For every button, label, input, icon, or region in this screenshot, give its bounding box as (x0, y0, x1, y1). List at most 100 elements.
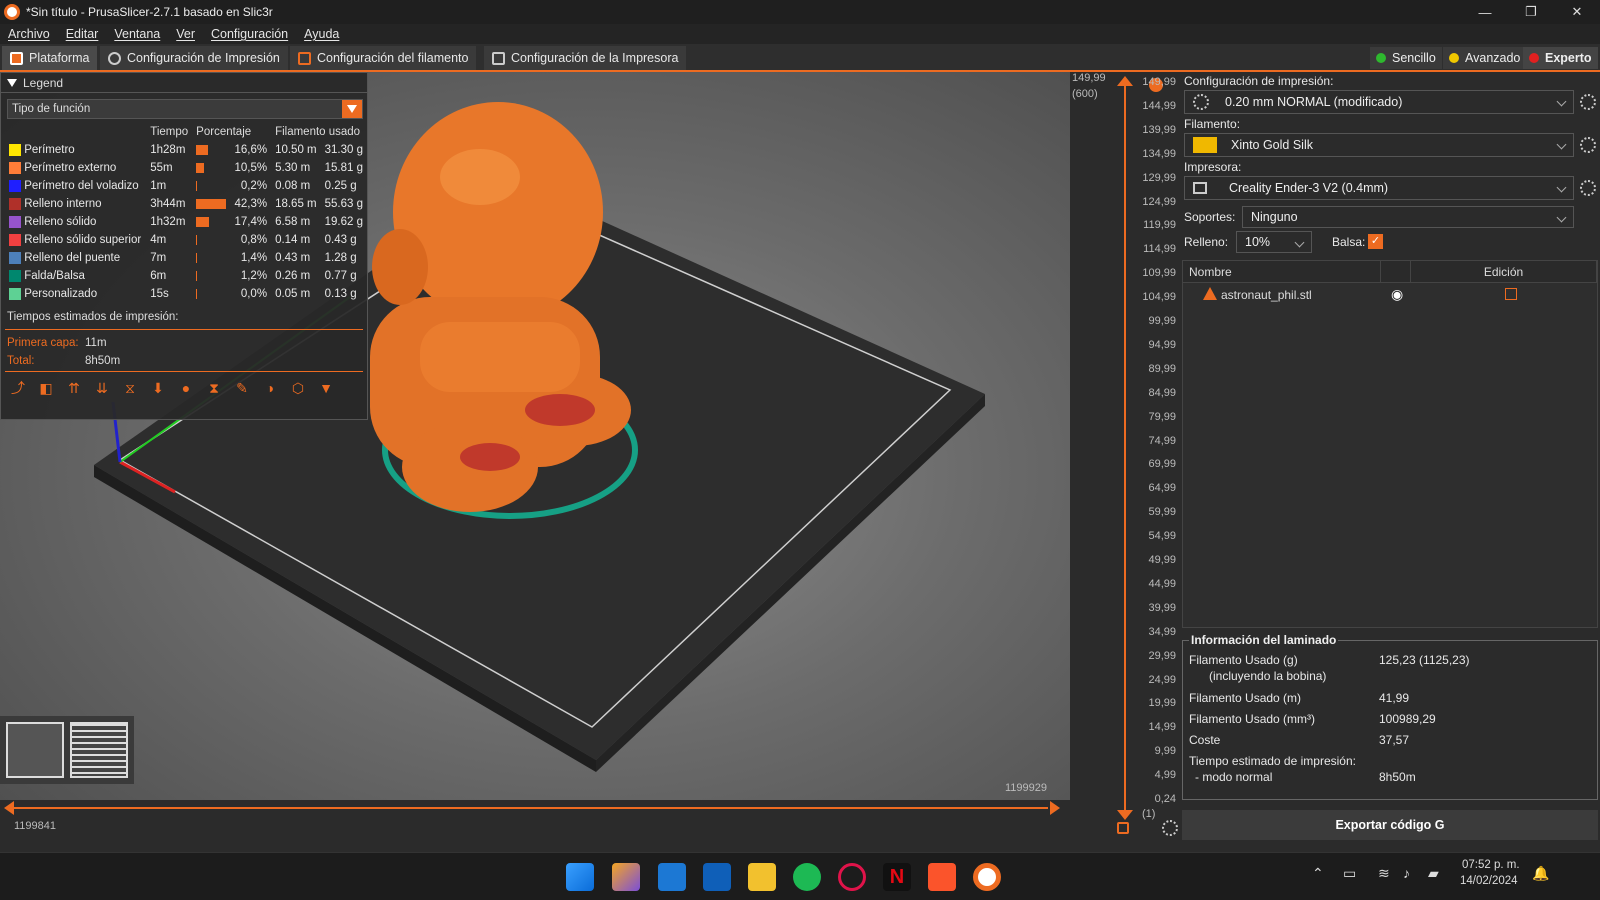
legend-row[interactable]: Falda/Balsa 6m 1,2% 0.26 m 0.77 g (5, 267, 367, 285)
lock-icon[interactable] (1117, 822, 1129, 834)
settings-gear-icon[interactable] (1162, 820, 1178, 836)
feature-type-select[interactable]: Tipo de función (7, 99, 363, 119)
chevron-down-icon (1556, 212, 1567, 223)
copilot-icon[interactable] (612, 863, 640, 891)
preview-layers-button[interactable] (70, 722, 128, 778)
mode-simple-button[interactable]: Sencillo (1370, 47, 1442, 69)
edit-icon[interactable] (1505, 288, 1517, 300)
color-changes-icon[interactable]: ● (175, 377, 197, 399)
mode-expert-button[interactable]: Experto (1523, 47, 1598, 69)
legend-row[interactable]: Perímetro externo 55m 10,5% 5.30 m 15.81 g (5, 159, 367, 177)
menu-archivo[interactable]: Archivo (0, 27, 58, 41)
tray-overflow-icon[interactable]: ⌃ (1312, 865, 1324, 882)
tool-changes-icon[interactable]: ⬇ (147, 377, 169, 399)
travel-icon[interactable]: ⤴ (7, 377, 29, 399)
feature-meters: 0.08 m (275, 180, 311, 192)
clock-date[interactable]: 14/02/2024 (1460, 875, 1518, 887)
export-gcode-button[interactable]: Exportar código G (1182, 810, 1598, 840)
mode-advanced-button[interactable]: Avanzado (1443, 47, 1527, 69)
object-list: Nombre Edición astronaut_phil.stl ◉ (1182, 260, 1598, 628)
layer-tick-label: 104,99 (1142, 291, 1176, 304)
mail-icon[interactable] (658, 863, 686, 891)
prusaslicer-taskbar-icon[interactable] (973, 863, 1001, 891)
column-edit[interactable]: Edición (1411, 261, 1597, 282)
start-icon[interactable] (566, 863, 594, 891)
layer-tick-label: 9,99 (1154, 745, 1176, 758)
spotify-icon[interactable] (793, 863, 821, 891)
supports-select[interactable]: Ninguno (1242, 206, 1574, 228)
feature-meters: 0.14 m (275, 234, 311, 246)
edit-print-preset-icon[interactable] (1580, 94, 1596, 110)
color-swatch (9, 143, 21, 156)
battery-icon[interactable]: ▰ (1428, 865, 1439, 882)
legend-row[interactable]: Perímetro 1h28m 16,6% 10.50 m 31.30 g (5, 141, 367, 159)
percentage-bar-cell (192, 267, 230, 285)
filament-profile-select[interactable]: Xinto Gold Silk (1184, 133, 1574, 157)
brave-icon[interactable] (928, 863, 956, 891)
tab-filament-settings[interactable]: Configuración del filamento (290, 46, 477, 70)
custom-gcodes-icon[interactable]: ✎ (231, 377, 253, 399)
shells-icon[interactable]: ⬡ (287, 377, 309, 399)
printer-profile-select[interactable]: Creality Ender-3 V2 (0.4mm) (1184, 176, 1574, 200)
legend-header[interactable]: Legend (1, 73, 367, 93)
horizontal-slider-track[interactable] (12, 807, 1048, 809)
legend-row[interactable]: Relleno interno 3h44m 42,3% 18.65 m 55.63 g (5, 195, 367, 213)
volume-icon[interactable]: ♪ (1403, 865, 1410, 881)
legend-row[interactable]: Personalizado 15s 0,0% 0.05 m 0.13 g (5, 285, 367, 303)
outlook-icon[interactable] (703, 863, 731, 891)
divider (5, 371, 363, 372)
legend-row[interactable]: Perímetro del voladizo 1m 0,2% 0.08 m 0.25 g (5, 177, 367, 195)
deretractions-icon[interactable]: ⇊ (91, 377, 113, 399)
close-button[interactable]: ✕ (1554, 0, 1600, 24)
print-time-mode: - modo normal (1195, 770, 1273, 784)
tool-marker-icon[interactable]: ▼ (315, 377, 337, 399)
netflix-icon[interactable]: N (883, 863, 911, 891)
eye-icon[interactable]: ◉ (1391, 286, 1403, 303)
edit-filament-preset-icon[interactable] (1580, 137, 1596, 153)
total-time: Total: 8h50m (7, 355, 120, 367)
wifi-icon[interactable]: ≋ (1378, 865, 1390, 882)
column-name[interactable]: Nombre (1183, 261, 1381, 282)
minimize-button[interactable]: — (1462, 0, 1508, 24)
object-row[interactable]: astronaut_phil.stl ◉ (1183, 283, 1597, 307)
pause-prints-icon[interactable]: ⧗ (203, 377, 225, 399)
chevron-down-icon (1556, 96, 1567, 107)
legend-row[interactable]: Relleno sólido 1h32m 17,4% 6.58 m 19.62 g (5, 213, 367, 231)
3d-view-button[interactable] (6, 722, 64, 778)
legend-row[interactable]: Relleno sólido superior 4m 0,8% 0.14 m 0.43 … (5, 231, 367, 249)
center-of-gravity-icon[interactable]: ◑ (259, 377, 281, 399)
filament-color-swatch[interactable] (1193, 137, 1217, 153)
slider-right-thumb[interactable] (1050, 801, 1060, 815)
menu-ayuda[interactable]: Ayuda (296, 27, 347, 41)
menu-editar[interactable]: Editar (58, 27, 107, 41)
slider-left-thumb[interactable] (4, 801, 14, 815)
seams-icon[interactable]: ⧖ (119, 377, 141, 399)
menu-ventana[interactable]: Ventana (106, 27, 168, 41)
opera-icon[interactable] (838, 863, 866, 891)
restore-button[interactable]: ❐ (1508, 0, 1554, 24)
infill-select[interactable]: 10% (1236, 231, 1312, 253)
legend-row[interactable]: Relleno del puente 7m 1,4% 0.43 m 1.28 g (5, 249, 367, 267)
tab-print-settings[interactable]: Configuración de Impresión (100, 46, 288, 70)
brim-checkbox[interactable]: ✓ (1368, 234, 1383, 249)
menu-configuracion[interactable]: Configuración (203, 27, 296, 41)
percentage-bar-cell (192, 195, 230, 213)
menu-ver[interactable]: Ver (168, 27, 203, 41)
tab-printer-settings[interactable]: Configuración de la Impresora (484, 46, 687, 70)
file-explorer-icon[interactable] (748, 863, 776, 891)
tab-plataforma[interactable]: Plataforma (2, 46, 98, 70)
edit-printer-preset-icon[interactable] (1580, 180, 1596, 196)
printer-profile-value: Creality Ender-3 V2 (0.4mm) (1229, 181, 1389, 195)
column-feature (5, 123, 146, 141)
warning-icon[interactable] (1203, 287, 1217, 300)
lower-thumb[interactable] (1117, 810, 1133, 820)
feature-percentage: 42,3% (234, 198, 268, 210)
print-profile-select[interactable]: 0.20 mm NORMAL (modificado) (1184, 90, 1574, 114)
clock-time[interactable]: 07:52 p. m. (1462, 859, 1520, 871)
retractions-icon[interactable]: ⇈ (63, 377, 85, 399)
notification-bell-icon[interactable]: 🔔 (1532, 865, 1549, 882)
feature-percentage: 1,4% (240, 252, 268, 264)
wipe-icon[interactable]: ◧ (35, 377, 57, 399)
percentage-bar (196, 252, 198, 263)
display-icon[interactable]: ▭ (1343, 865, 1356, 882)
